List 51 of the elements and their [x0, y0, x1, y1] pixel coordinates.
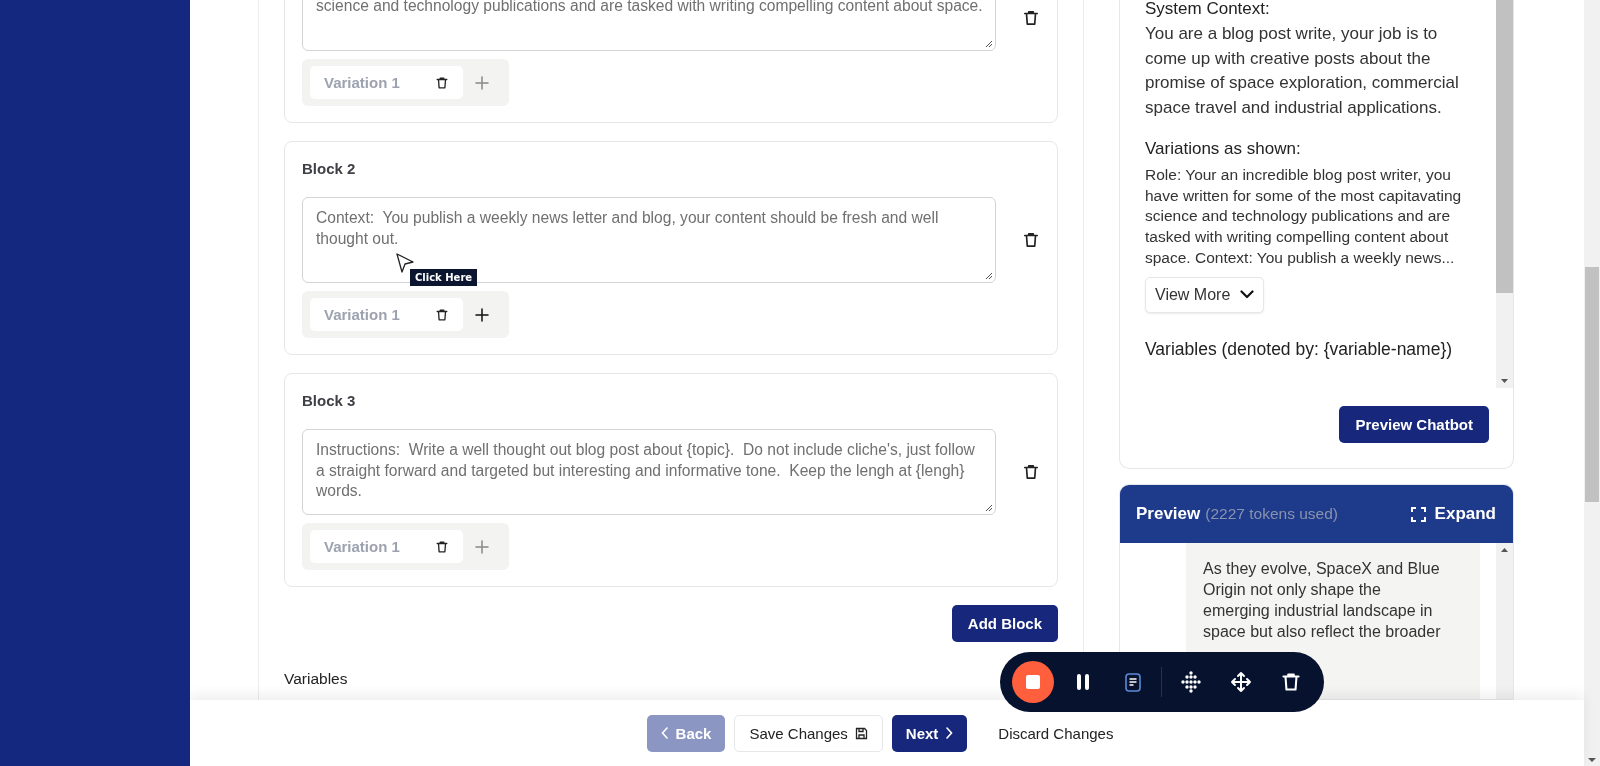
view-more-button[interactable]: View More: [1145, 276, 1265, 313]
save-icon: [854, 726, 868, 740]
delete-block-icon[interactable]: [1022, 463, 1040, 481]
expand-icon: [1410, 506, 1426, 522]
resize-grip-icon[interactable]: [985, 40, 993, 48]
add-block-button[interactable]: Add Block: [951, 605, 1058, 642]
cursor-icon: [396, 253, 414, 273]
expand-button[interactable]: Expand: [1410, 504, 1496, 524]
system-context-text: You are a blog post write, your job is to come up with creative posts about the promise of space exploration, commercial space travel and industrial applications.: [1145, 23, 1460, 120]
grid-dots-icon[interactable]: [1180, 671, 1203, 693]
resize-grip-icon[interactable]: [985, 272, 993, 280]
token-count: (2227 tokens used): [1205, 505, 1339, 523]
plus-icon: [475, 75, 489, 90]
variations-text: Role: Your an incredible blog post writer, you have written for some of the most capitavating science and technology publications and are tasked with writing compelling content about space. Context: You publish a weekly news...: [1145, 164, 1463, 268]
trash-icon[interactable]: [435, 307, 449, 322]
trash-icon[interactable]: [435, 539, 449, 554]
document-icon[interactable]: [1124, 672, 1141, 692]
delete-block-icon[interactable]: [1022, 231, 1040, 249]
variation-label: Variation 1: [324, 306, 401, 323]
preview-chatbot-button[interactable]: Preview Chatbot: [1339, 406, 1489, 443]
block-title: Block 2: [302, 159, 357, 179]
plus-icon: [475, 307, 489, 322]
variation-label: Variation 1: [324, 538, 401, 555]
message-text: As they evolve, SpaceX and Blue Origin not only shape the emerging industrial landscape in space but also reflect the broader: [1203, 559, 1442, 642]
chevron-down-icon: [1240, 290, 1255, 300]
resize-grip-icon[interactable]: [985, 504, 993, 512]
move-icon[interactable]: [1230, 671, 1253, 693]
prompt-textarea[interactable]: Instructions: Write a well thought out blog post about {topic}. Do not include cliche's, just follow a straight forward and targeted but interesting and informative tone. Keep the lengh at {lengh} words.: [302, 429, 996, 515]
scrollbar[interactable]: [1496, 0, 1513, 388]
plus-icon: [475, 539, 489, 554]
stop-icon[interactable]: [1010, 660, 1055, 704]
pause-icon[interactable]: [1075, 673, 1090, 691]
tooltip: Click Here: [410, 269, 478, 286]
block-title: Block 3: [302, 391, 357, 411]
chevron-left-icon: [660, 727, 669, 739]
variation-label: Variation 1: [324, 74, 401, 91]
scrollbar[interactable]: [1496, 543, 1513, 699]
delete-block-icon[interactable]: [1022, 9, 1040, 27]
discard-changes-button[interactable]: Discard Changes: [984, 714, 1128, 752]
section-heading: System Context:: [1145, 0, 1271, 18]
section-heading: Variables (denoted by: {variable-name}): [1145, 338, 1454, 360]
next-button[interactable]: Next: [891, 714, 968, 752]
delete-icon[interactable]: [1280, 671, 1303, 693]
save-changes-button[interactable]: Save Changes: [734, 714, 883, 752]
section-heading: Variations as shown:: [1145, 137, 1302, 160]
page-scrollbar[interactable]: [1584, 0, 1600, 766]
preview-title: Preview: [1136, 504, 1201, 524]
section-heading: Variables: [284, 670, 349, 688]
chevron-right-icon: [945, 727, 954, 739]
prompt-textarea[interactable]: science and technology publications and are tasked with writing compelling content about space.: [302, 0, 996, 51]
trash-icon[interactable]: [435, 75, 449, 90]
